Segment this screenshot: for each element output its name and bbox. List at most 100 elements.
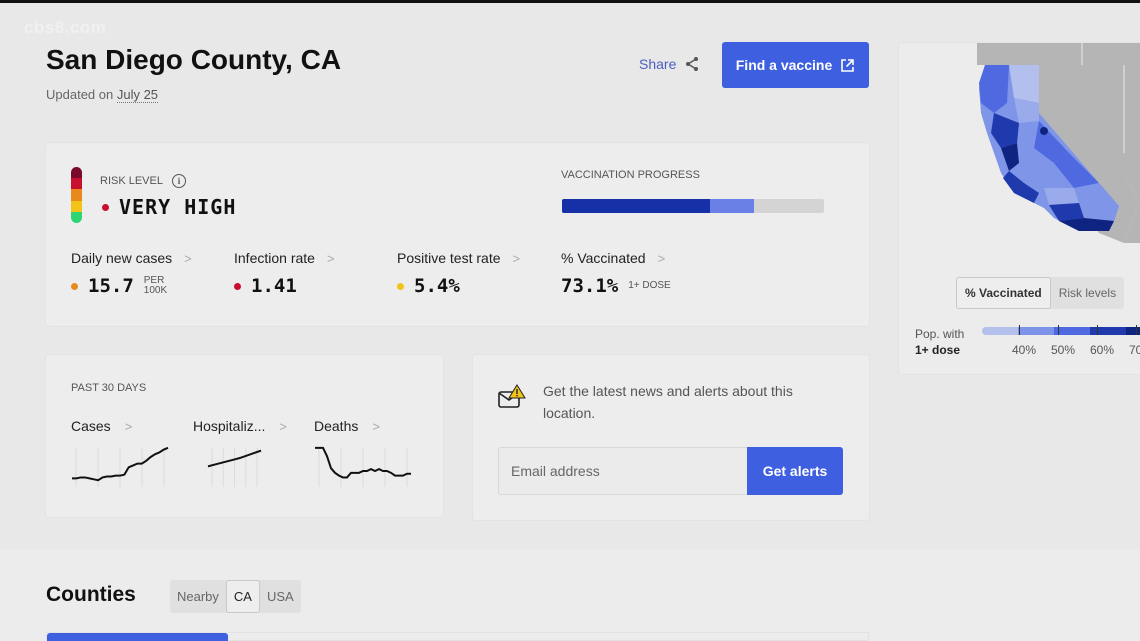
chevron-right-icon: >	[124, 418, 133, 434]
chevron-right-icon: >	[372, 418, 380, 434]
map-mode-toggle: % Vaccinated Risk levels	[956, 277, 1125, 309]
past-30-days-label: PAST 30 DAYS	[71, 382, 147, 394]
map-county	[1049, 203, 1084, 221]
chevron-right-icon: >	[184, 250, 192, 266]
share-label: Share	[639, 56, 677, 72]
risk-card: RISK LEVEL i VERY HIGH VACCINATION PROGR…	[46, 143, 869, 326]
email-input[interactable]	[498, 447, 748, 495]
get-alerts-button[interactable]: Get alerts	[747, 447, 843, 495]
map-legend-label: Pop. with 1+ dose	[915, 326, 964, 358]
metric-label: % Vaccinated	[561, 250, 646, 266]
map-legend-bar	[982, 327, 1140, 335]
risk-scale-medium	[71, 200, 82, 212]
title-county: San Diego	[46, 44, 183, 75]
risk-scale	[71, 167, 82, 223]
map-county	[1044, 188, 1079, 205]
legend-swatch	[1018, 327, 1054, 335]
california-county-map[interactable]	[899, 43, 1140, 263]
find-vaccine-button[interactable]: Find a vaccine	[722, 42, 869, 88]
metric-positive-test-rate[interactable]: Positive test rate > 5.4%	[397, 250, 520, 297]
sparkline-deaths[interactable]: Deaths >	[314, 418, 411, 487]
chevron-right-icon: >	[326, 250, 335, 266]
metric-value: 73.1%	[561, 275, 619, 297]
risk-level-label: RISK LEVEL i	[100, 174, 186, 188]
sparkline-hospitalizations[interactable]: Hospitaliz... >	[193, 418, 287, 487]
external-link-icon	[841, 58, 855, 72]
legend-tick-label: 40%	[1012, 343, 1037, 357]
map-card: % Vaccinated Risk levels Pop. with 1+ dos…	[899, 43, 1140, 374]
vaccination-progress-bar	[562, 199, 824, 213]
sparkline-label: Cases	[71, 418, 111, 434]
legend-line1: Pop. with	[915, 327, 965, 341]
legend-tick	[1136, 325, 1137, 335]
legend-tick	[1097, 325, 1098, 335]
metric-value: 5.4%	[414, 275, 460, 297]
counties-title: Counties	[46, 583, 136, 606]
map-region-oregon	[977, 43, 1140, 65]
metric-label: Daily new cases	[71, 250, 173, 266]
unit-line2: 100K	[143, 285, 168, 296]
info-icon[interactable]: i	[171, 174, 186, 188]
map-toggle-risk-levels[interactable]: Risk levels	[1051, 277, 1124, 309]
chevron-right-icon: >	[512, 250, 521, 266]
risk-scale-low	[71, 211, 82, 223]
metric-unit: 1+ DOSE	[628, 280, 671, 291]
sparkline-label: Hospitaliz...	[193, 418, 266, 434]
legend-tick	[1058, 325, 1059, 335]
metric-label: Infection rate	[234, 250, 315, 266]
share-button[interactable]: Share	[639, 56, 700, 72]
counties-scope-tabs: Nearby CA USA	[170, 580, 301, 613]
risk-scale-high	[71, 189, 82, 201]
legend-tick	[1019, 325, 1020, 335]
legend-swatch	[982, 327, 1018, 335]
sparkline-chart	[72, 446, 169, 487]
legend-line2: 1+ dose	[915, 343, 961, 357]
legend-swatch	[1054, 327, 1090, 335]
chevron-right-icon: >	[279, 418, 287, 434]
sparkline-label: Deaths	[314, 418, 359, 434]
share-icon	[686, 57, 699, 71]
tab-ca[interactable]: CA	[225, 580, 260, 613]
find-vaccine-label: Find a vaccine	[735, 57, 833, 73]
vaccination-full-fill	[562, 199, 711, 213]
top-border	[0, 0, 1140, 3]
watermark: cbs8.com	[24, 18, 107, 37]
map-county	[1040, 127, 1048, 135]
past-30-days-card: PAST 30 DAYS Cases > Hospitaliz... > Death…	[46, 355, 443, 517]
legend-tick-label: 70	[1129, 343, 1140, 357]
metric-value: 15.7	[88, 275, 134, 297]
metric-vaccinated[interactable]: % Vaccinated > 73.1% 1+ DOSE	[561, 250, 671, 297]
metric-dot	[397, 282, 404, 290]
tab-usa[interactable]: USA	[260, 580, 301, 613]
legend-tick-label: 50%	[1051, 343, 1076, 357]
risk-value-text: VERY HIGH	[119, 195, 237, 219]
updated-date[interactable]: July 25	[116, 87, 159, 103]
updated-prefix: Updated on	[46, 87, 117, 102]
metric-dot	[234, 282, 241, 290]
sparkline-chart	[315, 446, 411, 487]
metric-unit: PER 100K	[144, 276, 167, 296]
page-title: San Diego County, CA	[46, 44, 341, 76]
vaccination-progress-label: VACCINATION PROGRESS	[561, 169, 700, 181]
sparkline-chart	[207, 448, 262, 487]
counties-table-active-tab[interactable]	[47, 633, 228, 641]
metric-infection-rate[interactable]: Infection rate > 1.41	[234, 250, 335, 297]
chevron-right-icon: >	[657, 250, 666, 266]
metric-dot	[71, 282, 78, 290]
mail-alert-icon	[498, 384, 526, 408]
legend-swatch	[1126, 327, 1140, 335]
map-toggle-vaccinated[interactable]: % Vaccinated	[956, 277, 1051, 309]
risk-scale-severe	[71, 167, 82, 179]
risk-scale-very-high	[71, 178, 82, 190]
sparkline-cases[interactable]: Cases >	[71, 418, 169, 487]
tab-nearby[interactable]: Nearby	[170, 580, 226, 613]
updated-line: Updated on July 25	[46, 87, 159, 103]
alerts-description: Get the latest news and alerts about thi…	[543, 383, 793, 421]
legend-swatch	[1090, 327, 1126, 335]
legend-tick-label: 60%	[1090, 343, 1115, 357]
metric-daily-new-cases[interactable]: Daily new cases > 15.7 PER 100K	[71, 250, 192, 297]
risk-level-text: RISK LEVEL	[100, 175, 163, 187]
risk-dot	[102, 203, 109, 211]
alerts-card: Get the latest news and alerts about thi…	[473, 355, 869, 520]
metric-label: Positive test rate	[397, 250, 501, 266]
